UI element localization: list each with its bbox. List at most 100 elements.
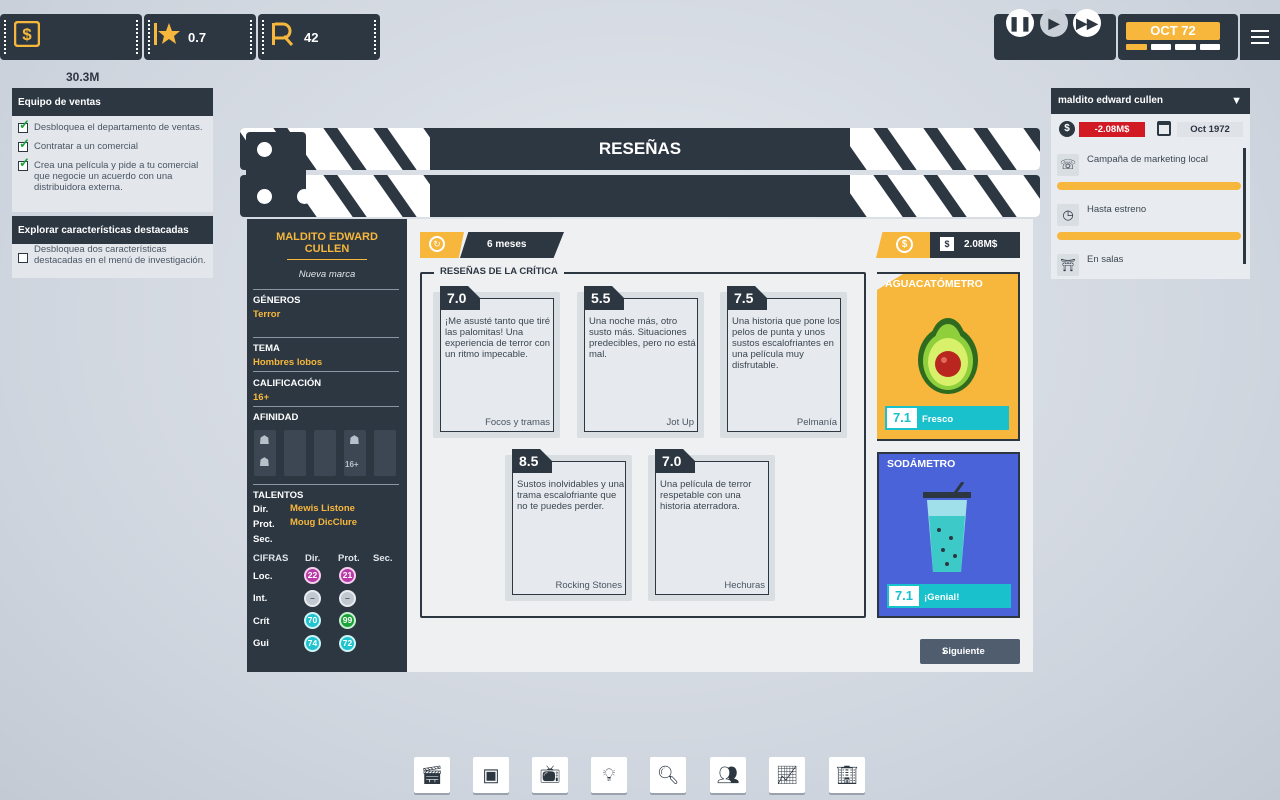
meter-score: 7.1 [889, 586, 919, 606]
rating-label: CALIFICACIÓN [253, 378, 322, 389]
talents-label: TALENTOS [253, 490, 304, 501]
dollar-icon: $ [1059, 121, 1075, 137]
figures-col: Sec. [373, 553, 393, 564]
movie-info-panel: MALDITO EDWARD CULLEN Nueva marca GÉNEROS… [247, 219, 407, 672]
folder-icon: ▣ [482, 764, 500, 785]
tv-icon: 📺︎ [539, 765, 561, 784]
hinge-bolt [257, 142, 272, 157]
next-button[interactable]: Siguiente › [920, 639, 1020, 664]
svg-text:$: $ [22, 25, 32, 44]
ghost-icon: ☗ [349, 433, 360, 447]
building-icon: 🏢︎ [835, 764, 859, 785]
chevron-down-icon[interactable]: ▼ [1231, 88, 1242, 114]
objective-list-sales: Desbloquea el departamento de ventas. Co… [12, 116, 213, 212]
play-button[interactable]: ▶ [1040, 9, 1068, 37]
figures-row: Int. [253, 593, 268, 604]
duration-badge: ↻ [420, 232, 464, 258]
clapper-top: RESEÑAS [240, 128, 1040, 170]
objective-item: Contratar a un comercial [18, 138, 207, 152]
review-source: Jot Up [666, 417, 694, 428]
play-icon: ▶ [1048, 14, 1060, 31]
affinity-label: AFINIDAD [253, 412, 299, 423]
objective-item: Desbloquea dos características destacada… [18, 244, 207, 266]
research-icon [270, 21, 296, 54]
stat-circle: 21 [339, 567, 356, 584]
production-button[interactable]: 🎬︎ [414, 757, 450, 793]
checkbox-checked-icon [18, 138, 30, 152]
panel-scrollbar[interactable] [1243, 148, 1246, 264]
review-source: Rocking Stones [555, 580, 622, 591]
money-value: 30.3M [66, 70, 100, 84]
meter-name: SODÁMETRO [887, 458, 956, 470]
figures-label: CIFRAS [253, 553, 289, 564]
studio-button[interactable]: 🏢︎ [829, 757, 865, 793]
search-icon: 🔍︎ [656, 764, 680, 785]
project-cost: -2.08M$ [1079, 122, 1145, 137]
affinity-badge: 16+ [345, 460, 359, 469]
stat-circle: – [339, 590, 356, 607]
fast-forward-icon: ▶▶ [1076, 14, 1098, 31]
talent-name[interactable]: Moug DicClure [290, 517, 357, 528]
theme-value: Hombres lobos [253, 357, 323, 368]
review-card: 7.5 Una historia que pone los pelos de p… [720, 286, 847, 438]
research-points-value: 42 [304, 29, 319, 45]
cost-value: $2.08M$ [930, 232, 1020, 258]
review-source: Pelmanía [796, 417, 837, 428]
stats-button[interactable]: 📈︎ [769, 757, 805, 793]
movie-brand: Nueva marca [298, 269, 356, 280]
hinge-bolt [297, 189, 312, 204]
genre-value: Terror [253, 309, 281, 320]
genres-label: GÉNEROS [253, 295, 301, 306]
avocado-icon [915, 304, 981, 401]
money-display: $ [0, 14, 142, 60]
figures-row: Loc. [253, 571, 273, 582]
staff-button[interactable]: 👥︎ [710, 757, 746, 793]
hinge-bolt [257, 189, 272, 204]
objective-header-features[interactable]: Explorar características destacadas [12, 216, 213, 244]
rating-value: 16+ [253, 392, 270, 403]
cost-symbol: $ [940, 237, 954, 252]
theme-label: TEMA [253, 343, 280, 354]
fast-forward-button[interactable]: ▶▶ [1073, 9, 1101, 37]
review-card: 7.0 Una película de terror respetable co… [648, 449, 775, 601]
step-label: Campaña de marketing local [1087, 154, 1208, 165]
dollar-coin-icon: $ [13, 20, 41, 54]
figures-col: Prot. [338, 553, 360, 564]
stat-circle: 99 [339, 612, 356, 629]
objective-list-features: Desbloquea dos características destacada… [12, 244, 213, 278]
staff-icon: 👥︎ [716, 764, 740, 785]
star-icon [154, 21, 180, 54]
clapper-bottom [240, 175, 1040, 217]
objective-header-sales[interactable]: Equipo de ventas [12, 88, 213, 116]
stat-circle: 22 [304, 567, 321, 584]
calendar-icon [1157, 121, 1171, 136]
main-menu-button[interactable] [1240, 14, 1280, 60]
review-text: Una historia que pone los pelos de punta… [732, 316, 840, 371]
affinity-slot [314, 430, 336, 476]
checkbox-checked-icon [18, 119, 30, 133]
talent-role: Sec. [253, 534, 273, 545]
rating-display: 0.7 [144, 14, 256, 60]
figures-col: Dir. [305, 553, 321, 564]
talent-name[interactable]: Mewis Listone [290, 503, 355, 514]
stat-circle: 72 [339, 635, 356, 652]
stat-circle: 74 [304, 635, 321, 652]
search-button[interactable]: 🔍︎ [650, 757, 686, 793]
cinema-icon: ⛩ [1057, 254, 1079, 276]
dollar-icon: $ [896, 236, 913, 253]
duration-value: 6 meses [460, 232, 564, 258]
meter-result: 7.1 Fresco [885, 406, 1009, 430]
ghost-icon: ☗ [259, 433, 270, 447]
pause-icon: ❚❚ [1008, 14, 1032, 31]
dialog-title: RESEÑAS [430, 128, 850, 170]
review-text: ¡Me asusté tanto que tiré las palomitas!… [445, 316, 551, 360]
pause-button[interactable]: ❚❚ [1006, 9, 1034, 37]
week-progress [1126, 44, 1220, 50]
distribution-button[interactable]: 📺︎ [532, 757, 568, 793]
project-header[interactable]: maldito edward cullen ▼ [1051, 88, 1250, 114]
step-progress-bar [1057, 232, 1241, 240]
projects-button[interactable]: ▣ [473, 757, 509, 793]
review-card: 7.0 ¡Me asusté tanto que tiré las palomi… [433, 286, 560, 438]
stat-circle: – [304, 590, 321, 607]
research-button[interactable]: 💡︎ [591, 757, 627, 793]
